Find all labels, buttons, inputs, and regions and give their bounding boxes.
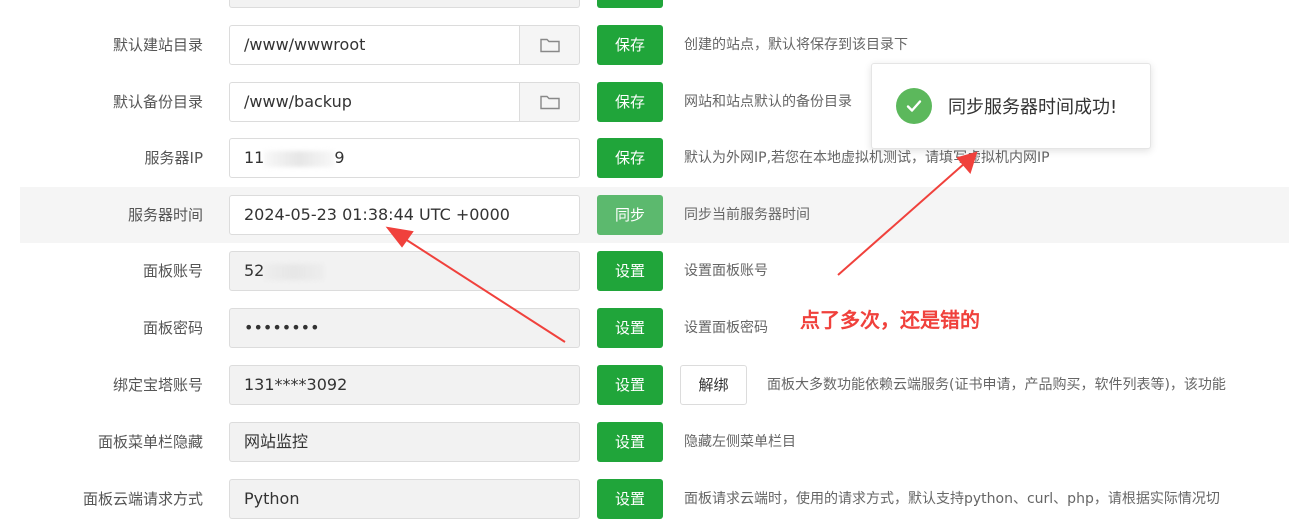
setting-row-cloud-request: 面板云端请求方式 Python 设置 面板请求云端时，使用的请求方式，默认支持p…	[0, 471, 1289, 527]
cloud-request-input: Python	[229, 479, 580, 519]
label-site-dir: 默认建站目录	[112, 36, 203, 54]
server-ip-prefix: 11	[244, 148, 265, 167]
toast-message: 同步服务器时间成功!	[948, 97, 1118, 118]
redacted-blur	[264, 263, 325, 280]
menu-hide-input: 网站监控	[229, 422, 580, 462]
folder-icon[interactable]	[519, 25, 580, 65]
label-menu-hide: 面板菜单栏隐藏	[97, 433, 203, 451]
save-button[interactable]: 保存	[597, 25, 663, 65]
setting-row-menu-hide: 面板菜单栏隐藏 网站监控 设置 隐藏左侧菜单栏目	[0, 414, 1289, 470]
set-button[interactable]: 设置	[597, 251, 663, 291]
setting-row-panel-account: 面板账号 52 设置 设置面板账号	[0, 243, 1289, 299]
server-ip-suffix: 9	[334, 148, 345, 167]
label-backup-dir: 默认备份目录	[112, 93, 203, 111]
site-dir-input[interactable]: /www/wwwroot	[229, 25, 520, 65]
set-button[interactable]: 设置	[597, 365, 663, 405]
panel-account-prefix: 52	[244, 261, 265, 280]
save-button[interactable]: 保存	[597, 138, 663, 178]
cloud-request-desc: 面板请求云端时，使用的请求方式，默认支持python、curl、php，请根据实…	[684, 491, 1220, 507]
previous-row-button[interactable]	[597, 0, 663, 8]
label-bt-account: 绑定宝塔账号	[112, 376, 203, 394]
set-button[interactable]: 设置	[597, 308, 663, 348]
setting-row-server-time: 服务器时间 2024-05-23 01:38:44 UTC +0000 同步 同…	[20, 187, 1289, 243]
save-button[interactable]: 保存	[597, 82, 663, 122]
panel-password-input: ••••••••	[229, 308, 580, 348]
redacted-blur	[264, 150, 335, 167]
server-ip-input[interactable]: 11 9	[229, 138, 580, 178]
setting-row-bt-account: 绑定宝塔账号 131****3092 设置 解绑 面板大多数功能依赖云端服务(证…	[0, 357, 1289, 413]
backup-dir-desc: 网站和站点默认的备份目录	[684, 94, 852, 110]
setting-row-panel-password: 面板密码 •••••••• 设置 设置面板密码	[0, 300, 1289, 356]
set-button[interactable]: 设置	[597, 422, 663, 462]
bt-account-input: 131****3092	[229, 365, 580, 405]
label-cloud-request: 面板云端请求方式	[82, 490, 203, 508]
server-time-desc: 同步当前服务器时间	[684, 207, 810, 223]
label-server-time: 服务器时间	[127, 206, 203, 224]
label-panel-password: 面板密码	[142, 319, 203, 337]
previous-row-input	[229, 0, 580, 8]
panel-account-input: 52	[229, 251, 580, 291]
success-toast: 同步服务器时间成功!	[871, 63, 1151, 149]
sync-button[interactable]: 同步	[597, 195, 663, 235]
set-button[interactable]: 设置	[597, 479, 663, 519]
label-server-ip: 服务器IP	[144, 149, 203, 167]
bt-account-desc: 面板大多数功能依赖云端服务(证书申请，产品购买，软件列表等)，该功能	[767, 377, 1226, 393]
backup-dir-input[interactable]: /www/backup	[229, 82, 520, 122]
annotation-text: 点了多次，还是错的	[800, 308, 980, 332]
menu-hide-desc: 隐藏左侧菜单栏目	[684, 434, 796, 450]
unbind-button[interactable]: 解绑	[680, 365, 747, 405]
server-time-input[interactable]: 2024-05-23 01:38:44 UTC +0000	[229, 195, 580, 235]
folder-icon[interactable]	[519, 82, 580, 122]
panel-password-desc: 设置面板密码	[684, 320, 768, 336]
check-circle-icon	[896, 88, 932, 124]
label-panel-account: 面板账号	[142, 262, 203, 280]
panel-account-desc: 设置面板账号	[684, 263, 768, 279]
